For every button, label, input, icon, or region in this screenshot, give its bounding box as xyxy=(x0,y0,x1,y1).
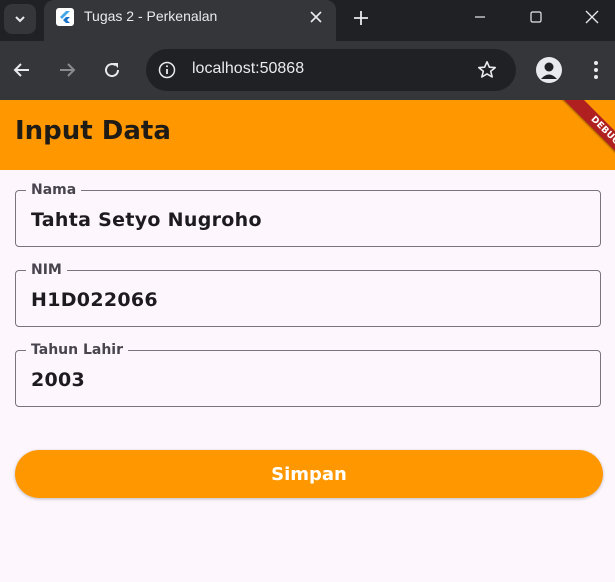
site-info-button[interactable] xyxy=(156,59,178,81)
tab-close-button[interactable] xyxy=(304,5,328,29)
save-button-label: Simpan xyxy=(271,463,347,485)
maximize-icon xyxy=(530,11,542,23)
tab-title: Tugas 2 - Perkenalan xyxy=(84,8,218,24)
flutter-icon xyxy=(56,8,74,26)
chevron-down-icon xyxy=(15,16,25,23)
name-field-label: Nama xyxy=(26,181,82,199)
page-title: Input Data xyxy=(15,116,171,146)
browser-tabstrip: Tugas 2 - Perkenalan xyxy=(0,0,615,41)
address-bar[interactable]: localhost:50868 xyxy=(146,49,516,91)
more-vertical-icon xyxy=(594,61,598,79)
maximize-button[interactable] xyxy=(516,4,556,30)
birth-year-field-label: Tahun Lahir xyxy=(26,341,129,359)
profile-button[interactable] xyxy=(536,57,562,83)
close-icon xyxy=(310,11,322,23)
arrow-left-icon xyxy=(13,63,29,77)
url-text[interactable]: localhost:50868 xyxy=(192,60,304,78)
browser-tab[interactable]: Tugas 2 - Perkenalan xyxy=(44,0,336,41)
arrow-right-icon xyxy=(60,63,76,77)
nim-field-value[interactable]: H1D022066 xyxy=(31,289,158,311)
browser-menu-button[interactable] xyxy=(583,56,609,84)
reload-icon xyxy=(105,63,120,78)
minimize-icon xyxy=(475,16,485,18)
browser-toolbar: localhost:50868 xyxy=(0,41,615,100)
nim-field[interactable]: NIM H1D022066 xyxy=(15,261,601,327)
plus-icon xyxy=(354,11,368,25)
star-icon xyxy=(478,61,496,78)
debug-banner-label: DEBUG xyxy=(588,114,615,148)
nim-field-label: NIM xyxy=(26,261,67,279)
forward-button[interactable] xyxy=(53,56,81,84)
reload-button[interactable] xyxy=(98,56,126,84)
birth-year-field[interactable]: Tahun Lahir 2003 xyxy=(15,341,601,407)
back-button[interactable] xyxy=(8,56,36,84)
name-field[interactable]: Nama Tahta Setyo Nugroho xyxy=(15,181,601,247)
save-button[interactable]: Simpan xyxy=(15,450,603,498)
app-bar: Input Data DEBUG xyxy=(0,100,615,170)
birth-year-field-value[interactable]: 2003 xyxy=(31,369,85,391)
tab-search-button[interactable] xyxy=(4,4,36,34)
info-icon xyxy=(158,61,176,79)
name-field-value[interactable]: Tahta Setyo Nugroho xyxy=(31,209,262,231)
debug-banner: DEBUG xyxy=(557,100,615,170)
bookmark-button[interactable] xyxy=(475,58,499,82)
minimize-button[interactable] xyxy=(460,4,500,30)
person-icon xyxy=(541,62,557,79)
window-close-button[interactable] xyxy=(572,4,612,30)
new-tab-button[interactable] xyxy=(348,5,374,31)
close-icon xyxy=(585,10,599,24)
